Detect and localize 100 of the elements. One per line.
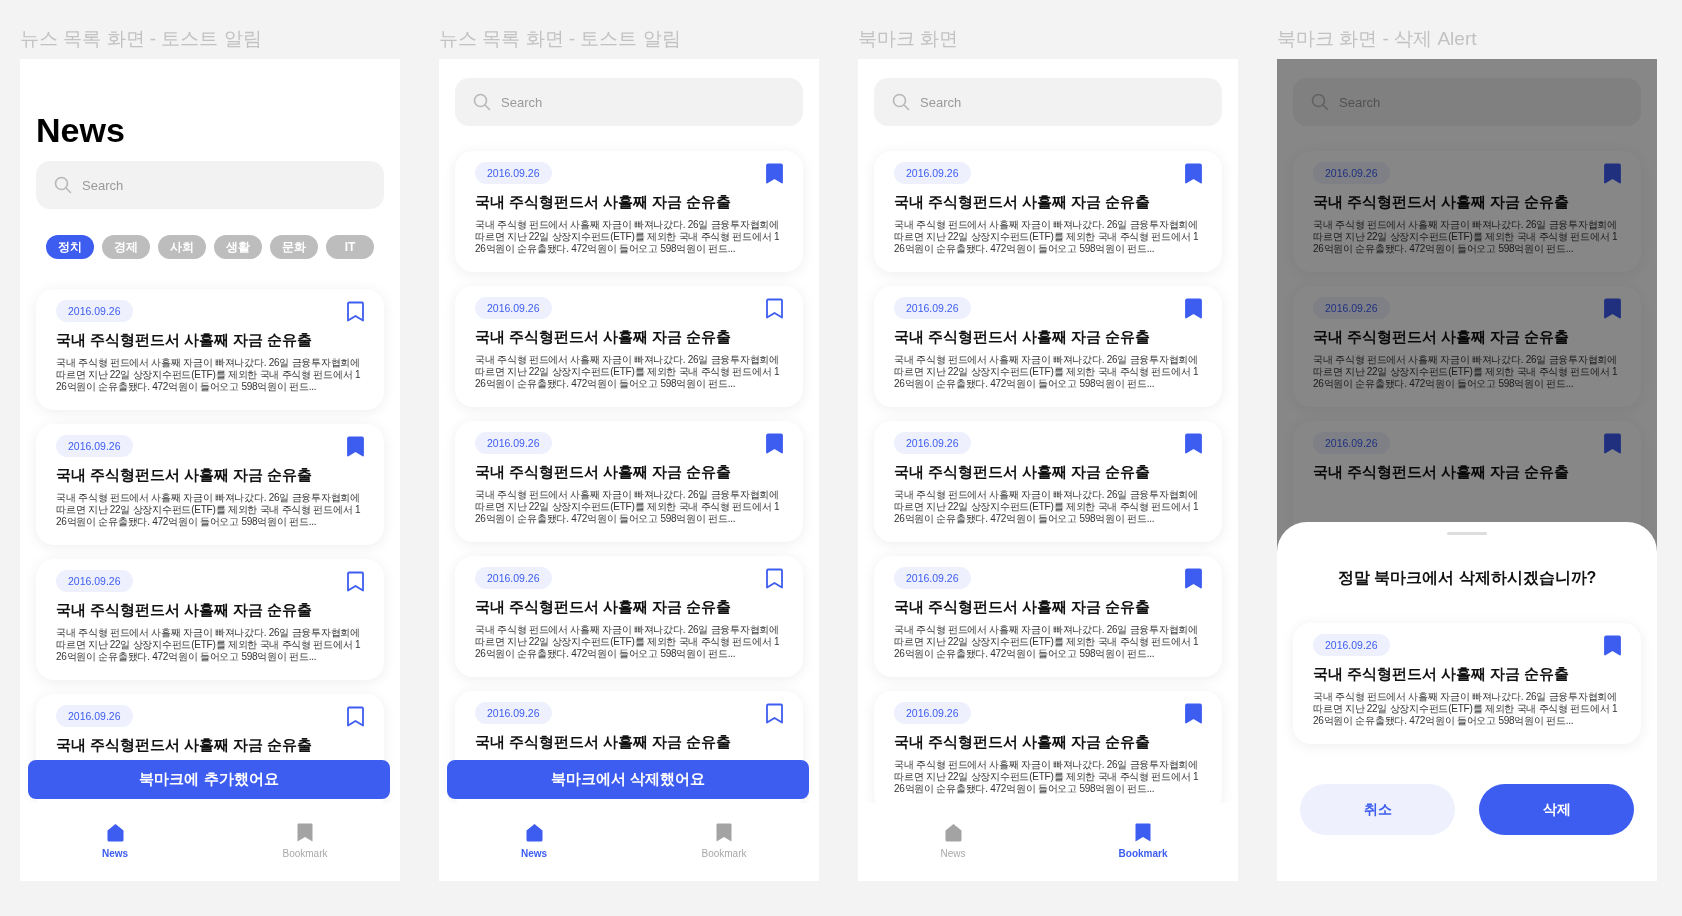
date-badge: 2016.09.26 (56, 705, 133, 727)
date-badge: 2016.09.26 (1313, 297, 1390, 319)
date-badge: 2016.09.26 (475, 162, 552, 184)
news-title: 국내 주식형펀드서 사흘째 자금 순유출 (894, 328, 1152, 347)
news-card[interactable]: 2016.09.26 국내 주식형펀드서 사흘째 자금 순유출 국내 주식형 펀드에서 사흘째 자금이 빠져나갔다. 26일 금융투자협회에 따르면 지난 22일 상장지수펀드(ETF)를 제외한 국내 주식형 펀드에서 126억원이 순유출됐다. 472억원이 들어오고 598억원이 펀드... (455, 556, 803, 677)
bookmark-icon[interactable] (766, 432, 783, 454)
news-summary: 국내 주식형 펀드에서 사흘째 자금이 빠져나갔다. 26일 금융투자협회에 따르면 지난 22일 상장지수펀드(ETF)를 제외한 국내 주식형 펀드에서 126억원이 순유출됐다. 472억원이 들어오고 598억원이 펀드... (894, 759, 1200, 795)
date-badge: 2016.09.26 (56, 300, 133, 322)
news-card[interactable]: 2016.09.26 국내 주식형펀드서 사흘째 자금 순유출 국내 주식형 펀드에서 사흘째 자금이 빠져나갔다. 26일 금융투자협회에 따르면 지난 22일 상장지수펀드(ETF)를 제외한 국내 주식형 펀드에서 126억원이 순유출됐다. 472억원이 들어오고 598억원이 펀드... (1293, 151, 1641, 272)
bookmark-icon[interactable] (1185, 297, 1202, 319)
search-field[interactable]: Search (36, 161, 384, 209)
page-title: News (36, 111, 126, 149)
bookmark-icon[interactable] (766, 702, 783, 724)
date-badge: 2016.09.26 (894, 297, 971, 319)
news-summary: 국내 주식형 펀드에서 사흘째 자금이 빠져나갔다. 26일 금융투자협회에 따르면 지난 22일 상장지수펀드(ETF)를 제외한 국내 주식형 펀드에서 126억원이 순유출됐다. 472억원이 들어오고 598억원이 펀드... (475, 219, 781, 255)
date-badge: 2016.09.26 (894, 702, 971, 724)
news-title: 국내 주식형펀드서 사흘째 자금 순유출 (56, 601, 314, 620)
bookmark-icon[interactable] (766, 567, 783, 589)
date-badge: 2016.09.26 (475, 702, 552, 724)
news-summary: 국내 주식형 펀드에서 사흘째 자금이 빠져나갔다. 26일 금융투자협회에 따르면 지난 22일 상장지수펀드(ETF)를 제외한 국내 주식형 펀드에서 126억원이 순유출됐다. 472억원이 들어오고 598억원이 펀드... (56, 627, 362, 663)
news-card[interactable]: 2016.09.26 국내 주식형펀드서 사흘째 자금 순유출 국내 주식형 펀드에서 사흘째 자금이 빠져나갔다. 26일 금융투자협회에 따르면 지난 22일 상장지수펀드(ETF)를 제외한 국내 주식형 펀드에서 126억원이 순유출됐다. 472억원이 들어오고 598억원이 펀드... (36, 559, 384, 680)
news-summary: 국내 주식형 펀드에서 사흘째 자금이 빠져나갔다. 26일 금융투자협회에 따르면 지난 22일 상장지수펀드(ETF)를 제외한 국내 주식형 펀드에서 126억원이 순유출됐다. 472억원이 들어오고 598억원이 펀드... (475, 624, 781, 660)
news-card[interactable]: 2016.09.26 국내 주식형펀드서 사흘째 자금 순유출 국내 주식형 펀드에서 사흘째 자금이 빠져나갔다. 26일 금융투자협회에 따르면 지난 22일 상장지수펀드(ETF)를 제외한 국내 주식형 펀드에서 126억원이 순유출됐다. 472억원이 들어오고 598억원이 펀드... (36, 424, 384, 545)
search-icon (892, 93, 910, 111)
dialog-question: 정말 북마크에서 삭제하시겠습니까? (1336, 568, 1598, 588)
tab-item[interactable]: News (439, 803, 629, 881)
bookmark-icon[interactable] (766, 162, 783, 184)
bookmark-icon[interactable] (347, 705, 364, 727)
home-icon (943, 823, 963, 842)
sheet-handle[interactable] (1447, 532, 1487, 535)
news-title: 국내 주식형펀드서 사흘째 자금 순유출 (1313, 463, 1571, 482)
news-title: 국내 주식형펀드서 사흘째 자금 순유출 (56, 466, 314, 485)
news-title: 국내 주식형펀드서 사흘째 자금 순유출 (56, 736, 314, 755)
news-summary: 국내 주식형 펀드에서 사흘째 자금이 빠져나갔다. 26일 금융투자협회에 따르면 지난 22일 상장지수펀드(ETF)를 제외한 국내 주식형 펀드에서 126억원이 순유출됐다. 472억원이 들어오고 598억원이 펀드... (1313, 219, 1619, 255)
date-badge: 2016.09.26 (1313, 432, 1390, 454)
tab-item[interactable]: Bookmark (1048, 803, 1238, 881)
news-card[interactable]: 2016.09.26 국내 주식형펀드서 사흘째 자금 순유출 국내 주식형 펀드에서 사흘째 자금이 빠져나갔다. 26일 금융투자협회에 따르면 지난 22일 상장지수펀드(ETF)를 제외한 국내 주식형 펀드에서 126억원이 순유출됐다. 472억원이 들어오고 598억원이 펀드... (874, 421, 1222, 542)
bookmark-icon[interactable] (766, 297, 783, 319)
news-title: 국내 주식형펀드서 사흘째 자금 순유출 (475, 328, 733, 347)
bookmark-icon (716, 823, 732, 842)
news-title: 국내 주식형펀드서 사흘째 자금 순유출 (475, 733, 733, 752)
news-title: 국내 주식형펀드서 사흘째 자금 순유출 (475, 463, 733, 482)
news-title: 국내 주식형펀드서 사흘째 자금 순유출 (894, 463, 1152, 482)
bookmark-icon[interactable] (347, 570, 364, 592)
news-summary: 국내 주식형 펀드에서 사흘째 자금이 빠져나갔다. 26일 금융투자협회에 따르면 지난 22일 상장지수펀드(ETF)를 제외한 국내 주식형 펀드에서 126억원이 순유출됐다. 472억원이 들어오고 598억원이 펀드... (894, 624, 1200, 660)
home-icon (105, 823, 125, 842)
news-card[interactable]: 2016.09.26 국내 주식형펀드서 사흘째 자금 순유출 국내 주식형 펀드에서 사흘째 자금이 빠져나갔다. 26일 금융투자협회에 따르면 지난 22일 상장지수펀드(ETF)를 제외한 국내 주식형 펀드에서 126억원이 순유출됐다. 472억원이 들어오고 598억원이 펀드... (455, 421, 803, 542)
news-card[interactable]: 2016.09.26 국내 주식형펀드서 사흘째 자금 순유출 국내 주식형 펀드에서 사흘째 자금이 빠져나갔다. 26일 금융투자협회에 따르면 지난 22일 상장지수펀드(ETF)를 제외한 국내 주식형 펀드에서 126억원이 순유출됐다. 472억원이 들어오고 598억원이 펀드... (874, 691, 1222, 803)
news-title: 국내 주식형펀드서 사흘째 자금 순유출 (894, 598, 1152, 617)
bookmark-icon[interactable] (1604, 297, 1621, 319)
news-summary: 국내 주식형 펀드에서 사흘째 자금이 빠져나갔다. 26일 금융투자협회에 따르면 지난 22일 상장지수펀드(ETF)를 제외한 국내 주식형 펀드에서 126억원이 순유출됐다. 472억원이 들어오고 598억원이 펀드... (56, 492, 362, 528)
news-card[interactable]: 2016.09.26 국내 주식형펀드서 사흘째 자금 순유출 국내 주식형 펀드에서 사흘째 자금이 빠져나갔다. 26일 금융투자협회에 따르면 지난 22일 상장지수펀드(ETF)를 제외한 국내 주식형 펀드에서 126억원이 순유출됐다. 472억원이 들어오고 598억원이 펀드... (36, 289, 384, 410)
news-summary: 국내 주식형 펀드에서 사흘째 자금이 빠져나갔다. 26일 금융투자협회에 따르면 지난 22일 상장지수펀드(ETF)를 제외한 국내 주식형 펀드에서 126억원이 순유출됐다. 472억원이 들어오고 598억원이 펀드... (1313, 691, 1619, 727)
news-card[interactable]: 2016.09.26 국내 주식형펀드서 사흘째 자금 순유출 국내 주식형 펀드에서 사흘째 자금이 빠져나갔다. 26일 금융투자협회에 따르면 지난 22일 상장지수펀드(ETF)를 제외한 국내 주식형 펀드에서 126억원이 순유출됐다. 472억원이 들어오고 598억원이 펀드... (455, 151, 803, 272)
news-card[interactable]: 2016.09.26 국내 주식형펀드서 사흘째 자금 순유출 국내 주식형 펀드에서 사흘째 자금이 빠져나갔다. 26일 금융투자협회에 따르면 지난 22일 상장지수펀드(ETF)를 제외한 국내 주식형 펀드에서 126억원이 순유출됐다. 472억원이 들어오고 598억원이 펀드... (874, 286, 1222, 407)
news-card[interactable]: 2016.09.26 국내 주식형펀드서 사흘째 자금 순유출 국내 주식형 펀드에서 사흘째 자금이 빠져나갔다. 26일 금융투자협회에 따르면 지난 22일 상장지수펀드(ETF)를 제외한 국내 주식형 펀드에서 126억원이 순유출됐다. 472억원이 들어오고 598억원이 펀드... (874, 556, 1222, 677)
bookmark-icon[interactable] (347, 300, 364, 322)
news-summary: 국내 주식형 펀드에서 사흘째 자금이 빠져나갔다. 26일 금융투자협회에 따르면 지난 22일 상장지수펀드(ETF)를 제외한 국내 주식형 펀드에서 126억원이 순유출됐다. 472억원이 들어오고 598억원이 펀드... (475, 489, 781, 525)
date-badge: 2016.09.26 (1313, 162, 1390, 184)
news-summary: 국내 주식형 펀드에서 사흘째 자금이 빠져나갔다. 26일 금융투자협회에 따르면 지난 22일 상장지수펀드(ETF)를 제외한 국내 주식형 펀드에서 126억원이 순유출됐다. 472억원이 들어오고 598억원이 펀드... (475, 354, 781, 390)
search-field[interactable]: Search (874, 78, 1222, 126)
date-badge: 2016.09.26 (56, 435, 133, 457)
home-icon (524, 823, 544, 842)
date-badge: 2016.09.26 (475, 297, 552, 319)
tab-item[interactable]: News (20, 803, 210, 881)
bookmark-icon[interactable] (1185, 567, 1202, 589)
news-card[interactable]: 2016.09.26 국내 주식형펀드서 사흘째 자금 순유출 국내 주식형 펀드에서 사흘째 자금이 빠져나갔다. 26일 금융투자협회에 따르면 지난 22일 상장지수펀드(ETF)를 제외한 국내 주식형 펀드에서 126억원이 순유출됐다. 472억원이 들어오고 598억원이 펀드... (1293, 623, 1641, 744)
news-title: 국내 주식형펀드서 사흘째 자금 순유출 (1313, 328, 1571, 347)
news-title: 국내 주식형펀드서 사흘째 자금 순유출 (475, 598, 733, 617)
date-badge: 2016.09.26 (1313, 634, 1390, 656)
delete-button[interactable]: 삭제 (1479, 784, 1634, 835)
search-field[interactable]: Search (455, 78, 803, 126)
toast-message: 북마크에서 삭제했어요 (447, 760, 809, 799)
news-card[interactable]: 2016.09.26 국내 주식형펀드서 사흘째 자금 순유출 국내 주식형 펀드에서 사흘째 자금이 빠져나갔다. 26일 금융투자협회에 따르면 지난 22일 상장지수펀드(ETF)를 제외한 국내 주식형 펀드에서 126억원이 순유출됐다. 472억원이 들어오고 598억원이 펀드... (1293, 286, 1641, 407)
bookmark-icon[interactable] (1604, 432, 1621, 454)
date-badge: 2016.09.26 (475, 567, 552, 589)
bookmark-icon[interactable] (1604, 162, 1621, 184)
date-badge: 2016.09.26 (894, 567, 971, 589)
news-title: 국내 주식형펀드서 사흘째 자금 순유출 (475, 193, 733, 212)
cancel-button[interactable]: 취소 (1300, 784, 1455, 835)
news-summary: 국내 주식형 펀드에서 사흘째 자금이 빠져나갔다. 26일 금융투자협회에 따르면 지난 22일 상장지수펀드(ETF)를 제외한 국내 주식형 펀드에서 126억원이 순유출됐다. 472억원이 들어오고 598억원이 펀드... (1313, 354, 1619, 390)
news-title: 국내 주식형펀드서 사흘째 자금 순유출 (894, 193, 1152, 212)
bookmark-icon[interactable] (1185, 432, 1202, 454)
date-badge: 2016.09.26 (894, 432, 971, 454)
bookmark-icon[interactable] (347, 435, 364, 457)
bookmark-icon[interactable] (1185, 702, 1202, 724)
bookmark-icon (297, 823, 313, 842)
bookmark-icon[interactable] (1185, 162, 1202, 184)
news-summary: 국내 주식형 펀드에서 사흘째 자금이 빠져나갔다. 26일 금융투자협회에 따르면 지난 22일 상장지수펀드(ETF)를 제외한 국내 주식형 펀드에서 126억원이 순유출됐다. 472억원이 들어오고 598억원이 펀드... (56, 357, 362, 393)
search-icon (473, 93, 491, 111)
news-summary: 국내 주식형 펀드에서 사흘째 자금이 빠져나갔다. 26일 금융투자협회에 따르면 지난 22일 상장지수펀드(ETF)를 제외한 국내 주식형 펀드에서 126억원이 순유출됐다. 472억원이 들어오고 598억원이 펀드... (894, 354, 1200, 390)
bookmark-icon (1135, 823, 1151, 842)
news-summary: 국내 주식형 펀드에서 사흘째 자금이 빠져나갔다. 26일 금융투자협회에 따르면 지난 22일 상장지수펀드(ETF)를 제외한 국내 주식형 펀드에서 126억원이 순유출됐다. 472억원이 들어오고 598억원이 펀드... (894, 219, 1200, 255)
category-chip[interactable]: 정치 (46, 235, 94, 259)
news-card[interactable]: 2016.09.26 국내 주식형펀드서 사흘째 자금 순유출 국내 주식형 펀드에서 사흘째 자금이 빠져나갔다. 26일 금융투자협회에 따르면 지난 22일 상장지수펀드(ETF)를 제외한 국내 주식형 펀드에서 126억원이 순유출됐다. 472억원이 들어오고 598억원이 펀드... (455, 286, 803, 407)
search-icon (54, 176, 72, 194)
bookmark-icon[interactable] (1604, 634, 1621, 656)
news-card[interactable]: 2016.09.26 국내 주식형펀드서 사흘째 자금 순유출 국내 주식형 펀드에서 사흘째 자금이 빠져나갔다. 26일 금융투자협회에 따르면 지난 22일 상장지수펀드(ETF)를 제외한 국내 주식형 펀드에서 126억원이 순유출됐다. 472억원이 들어오고 598억원이 펀드... (874, 151, 1222, 272)
date-badge: 2016.09.26 (894, 162, 971, 184)
toast-message: 북마크에 추가했어요 (28, 760, 390, 799)
